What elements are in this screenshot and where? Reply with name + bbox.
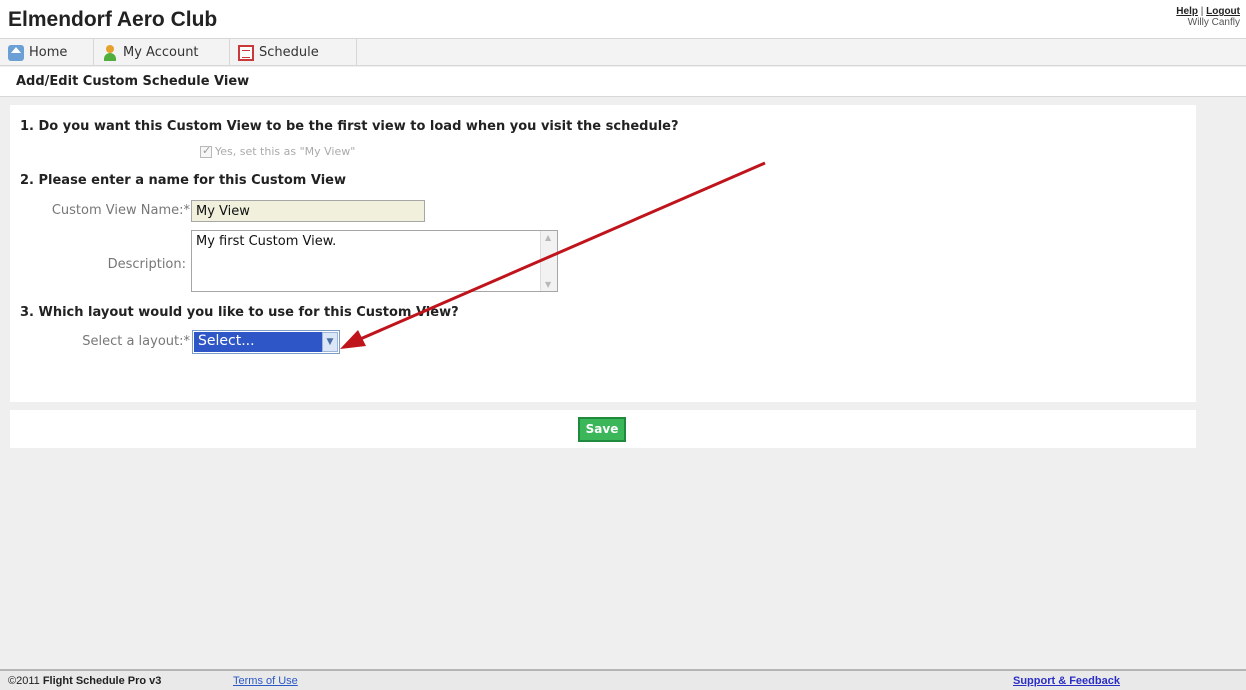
scroll-up-icon[interactable]: ▲	[545, 233, 551, 242]
copyright-year: ©2011	[8, 675, 40, 687]
tab-my-account[interactable]: My Account	[94, 39, 230, 66]
tab-schedule-label: Schedule	[259, 45, 319, 60]
logout-link[interactable]: Logout	[1206, 6, 1240, 17]
description-label: Description:	[107, 257, 186, 272]
save-button[interactable]: Save	[578, 417, 626, 442]
tab-home[interactable]: Home	[0, 39, 94, 66]
copyright: ©2011 Flight Schedule Pro v3	[8, 675, 161, 687]
tab-home-label: Home	[29, 45, 68, 60]
default-view-option: Yes, set this as "My View"	[200, 144, 356, 158]
footer: ©2011 Flight Schedule Pro v3 Terms of Us…	[0, 669, 1246, 690]
description-textarea[interactable]: My first Custom View.	[191, 230, 558, 292]
view-name-label: Custom View Name:*	[51, 203, 190, 218]
user-icon	[102, 44, 118, 61]
tab-my-account-label: My Account	[123, 45, 199, 60]
user-name: Willy Canfly	[1187, 17, 1240, 28]
layout-select-value: Select...	[194, 332, 322, 352]
tab-schedule[interactable]: Schedule	[230, 39, 357, 66]
view-name-input[interactable]	[191, 200, 425, 222]
help-link[interactable]: Help	[1176, 6, 1198, 17]
default-view-checkbox-label: Yes, set this as "My View"	[215, 145, 356, 158]
link-separator: |	[1200, 6, 1204, 17]
action-bar: Save	[10, 410, 1196, 448]
top-header: Elmendorf Aero Club Help | Logout Willy …	[0, 0, 1246, 38]
page-title: Add/Edit Custom Schedule View	[16, 74, 250, 89]
scroll-down-icon[interactable]: ▼	[545, 280, 551, 289]
user-links: Help | Logout Willy Canfly	[1176, 6, 1240, 28]
calendar-icon	[238, 44, 254, 61]
support-feedback-link[interactable]: Support & Feedback	[1013, 675, 1120, 687]
chevron-down-icon[interactable]: ▼	[322, 332, 338, 352]
product-name: Flight Schedule Pro v3	[42, 675, 162, 687]
question-2: 2. Please enter a name for this Custom V…	[20, 173, 346, 188]
question-1: 1. Do you want this Custom View to be th…	[20, 119, 679, 134]
nav-bar: Home My Account Schedule	[0, 38, 1246, 66]
description-scrollbar[interactable]: ▲ ▼	[540, 231, 557, 291]
default-view-checkbox[interactable]	[200, 144, 212, 158]
terms-link[interactable]: Terms of Use	[233, 675, 298, 687]
app-title: Elmendorf Aero Club	[8, 8, 218, 31]
layout-select[interactable]: Select... ▼	[192, 330, 340, 354]
question-3: 3. Which layout would you like to use fo…	[20, 305, 459, 320]
page-heading-bar: Add/Edit Custom Schedule View	[0, 67, 1246, 97]
home-icon	[8, 44, 24, 61]
layout-label: Select a layout:*	[82, 334, 190, 349]
custom-view-form: 1. Do you want this Custom View to be th…	[10, 105, 1196, 402]
